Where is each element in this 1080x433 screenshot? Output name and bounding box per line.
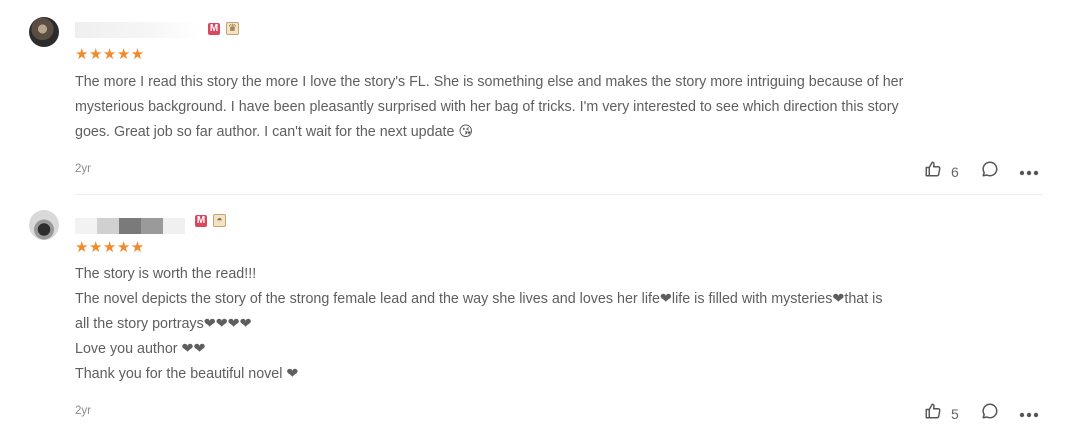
more-dots-icon[interactable]	[1019, 163, 1039, 181]
review-line: The novel depicts the story of the stron…	[75, 291, 883, 307]
user-avatar[interactable]	[29, 17, 59, 47]
review-actions: 5	[924, 402, 1039, 425]
review-time: 2yr	[75, 163, 91, 175]
user-badges: M ♛	[208, 22, 239, 35]
review-line: Love you author ❤❤	[75, 341, 206, 357]
like-count: 6	[951, 163, 959, 180]
review-line: mysterious background. I have been pleas…	[75, 99, 899, 115]
review-line: Thank you for the beautiful novel ❤	[75, 366, 299, 382]
thumbs-up-icon[interactable]	[924, 402, 942, 425]
star-rating: ★★★★★	[75, 239, 145, 256]
thumbs-up-icon[interactable]	[924, 160, 942, 183]
vip-badge-icon: M	[195, 214, 207, 227]
star-rating: ★★★★★	[75, 46, 145, 63]
review-line: goes. Great job so far author. I can't w…	[75, 124, 474, 140]
crown-badge-icon: ♛	[226, 22, 239, 35]
comment-bubble-icon[interactable]	[981, 402, 999, 425]
like-count: 5	[951, 405, 959, 422]
review-time: 2yr	[75, 405, 91, 417]
review-line: The story is worth the read!!!	[75, 266, 257, 282]
review-line: The more I read this story the more I lo…	[75, 74, 904, 90]
user-badges: M ◓	[195, 214, 226, 227]
frame-badge-icon: ◓	[213, 214, 226, 227]
username-redacted	[75, 218, 185, 234]
review-text: The story is worth the read!!! The novel…	[75, 262, 1044, 387]
user-avatar[interactable]	[29, 210, 59, 240]
review-actions: 6	[924, 160, 1039, 183]
comment-bubble-icon[interactable]	[981, 160, 999, 183]
review-text: The more I read this story the more I lo…	[75, 70, 1044, 145]
vip-badge-icon: M	[208, 22, 220, 35]
username-redacted	[75, 22, 200, 38]
more-dots-icon[interactable]	[1019, 405, 1039, 423]
review-divider	[75, 194, 1043, 195]
review-line: all the story portrays❤❤❤❤	[75, 316, 252, 332]
